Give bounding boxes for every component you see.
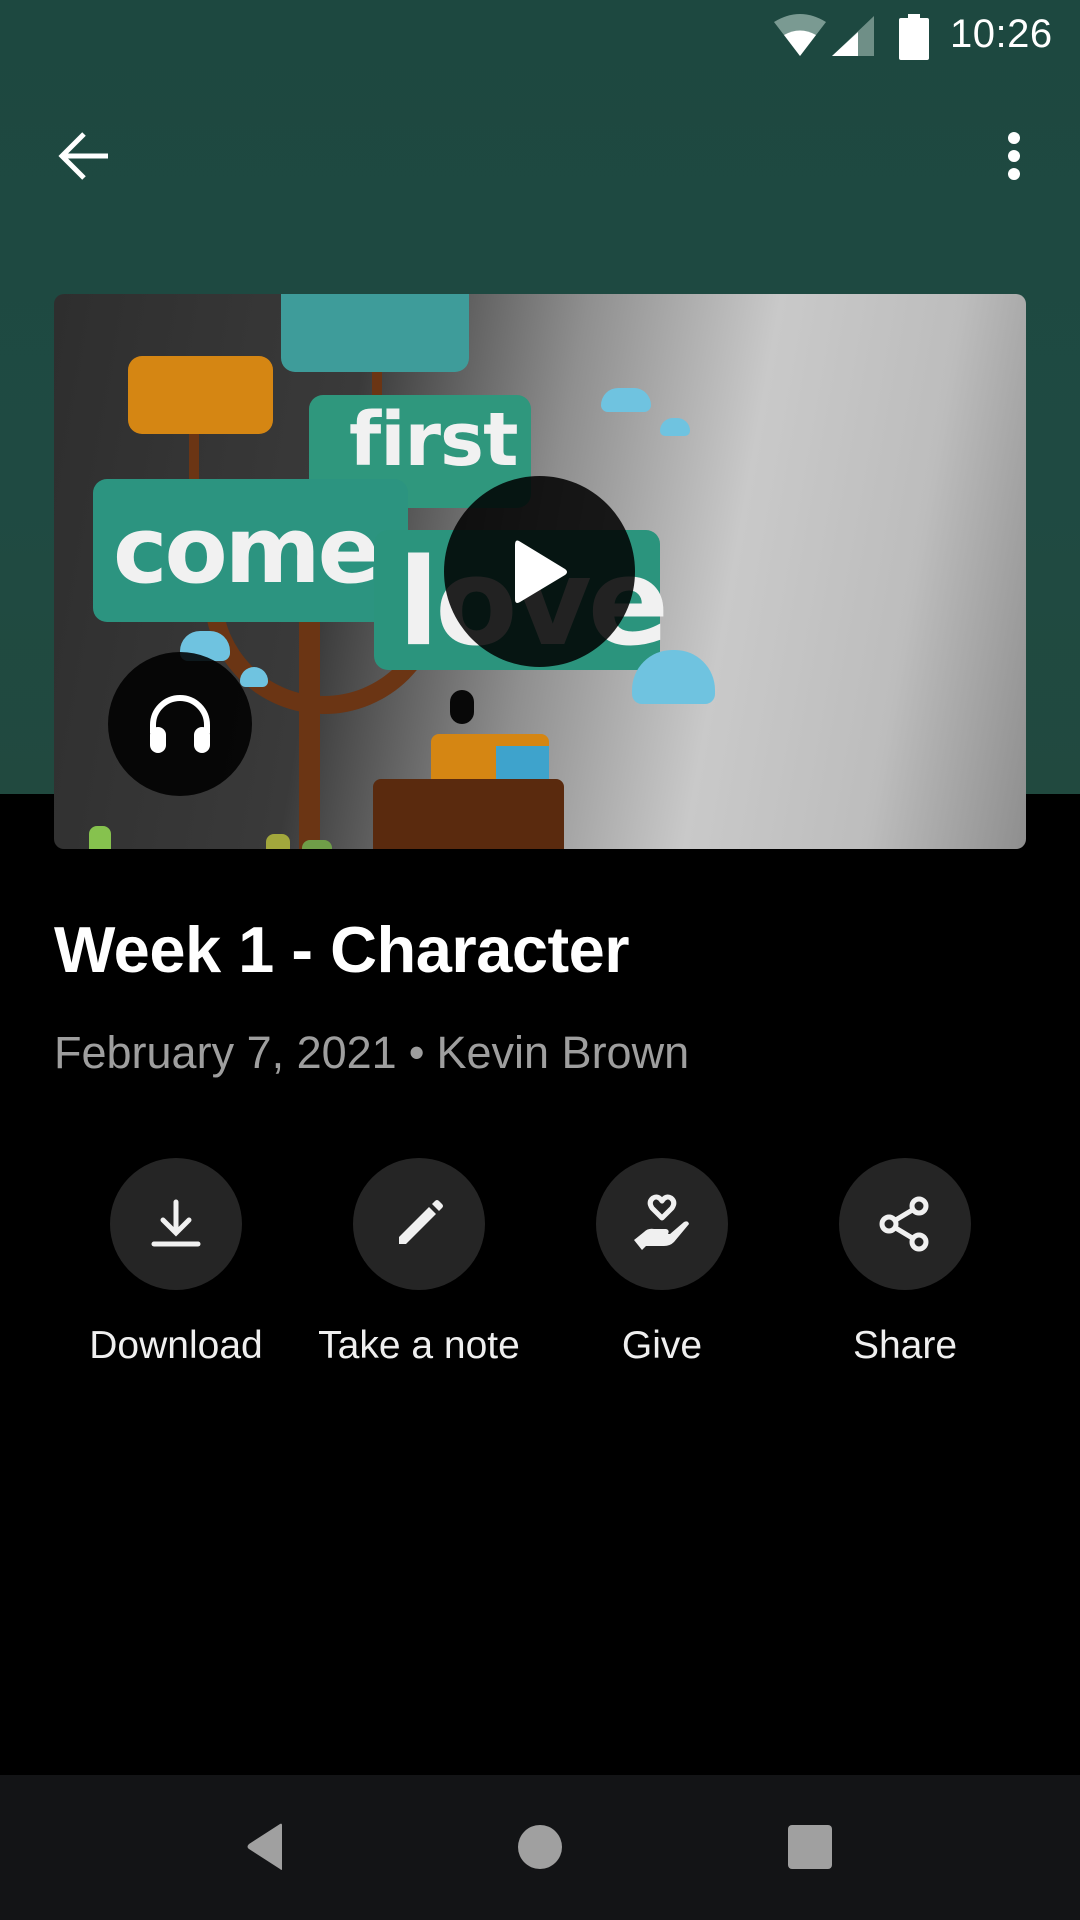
- give-button[interactable]: Give: [542, 1158, 782, 1378]
- sermon-date: February 7, 2021: [54, 1027, 397, 1078]
- download-label: Download: [89, 1324, 263, 1367]
- share-circle: [839, 1158, 971, 1290]
- sermon-speaker: Kevin Brown: [436, 1027, 690, 1078]
- pencil-icon: [399, 1200, 443, 1244]
- give-circle: [596, 1158, 728, 1290]
- artwork-pole: [189, 434, 199, 484]
- meta-separator: •: [408, 1027, 425, 1078]
- wifi-icon: [774, 14, 826, 56]
- artwork-tree-trunk: [299, 614, 320, 849]
- nav-back-button[interactable]: [227, 1807, 307, 1887]
- nav-recents-icon: [788, 1825, 832, 1869]
- status-time: 10:26: [950, 12, 1053, 56]
- artwork-sign-comes: comes: [93, 479, 432, 622]
- back-button[interactable]: [44, 116, 124, 196]
- give-hand-heart-icon: [634, 1194, 689, 1250]
- sermon-meta: February 7, 2021 • Kevin Brown: [54, 1027, 689, 1079]
- system-navigation-bar: [0, 1775, 1080, 1920]
- cellular-signal-icon: [832, 16, 874, 56]
- artwork-text: first: [349, 397, 518, 483]
- listen-audio-button[interactable]: [108, 652, 252, 796]
- nav-back-icon: [247, 1823, 282, 1870]
- battery-icon: [899, 14, 929, 60]
- artwork-tree: [266, 834, 290, 849]
- headphones-icon: [150, 695, 210, 753]
- nav-home-button[interactable]: [500, 1807, 580, 1887]
- artwork-sign: [128, 356, 273, 434]
- artwork-cloud: [601, 388, 651, 412]
- nav-recents-button[interactable]: [770, 1807, 850, 1887]
- artwork-cloud: [240, 667, 268, 687]
- play-video-button[interactable]: [444, 476, 635, 667]
- download-icon: [151, 1199, 201, 1247]
- artwork-sign: [281, 294, 469, 372]
- download-button[interactable]: Download: [56, 1158, 296, 1378]
- take-note-label: Take a note: [318, 1324, 520, 1367]
- take-note-circle: [353, 1158, 485, 1290]
- sermon-artwork: first comes love: [54, 294, 1026, 849]
- sermon-title: Week 1 - Character: [54, 913, 630, 986]
- nav-home-icon: [518, 1825, 562, 1869]
- take-note-button[interactable]: Take a note: [299, 1158, 539, 1378]
- artwork-bench: [373, 779, 564, 849]
- share-button[interactable]: Share: [785, 1158, 1025, 1378]
- give-label: Give: [621, 1324, 703, 1367]
- share-icon: [879, 1196, 929, 1252]
- more-options-button[interactable]: [974, 116, 1054, 196]
- more-vert-icon: [1008, 132, 1020, 180]
- status-bar: 10:26: [0, 0, 1080, 75]
- arrow-back-icon: [58, 132, 108, 180]
- artwork-tree: [302, 840, 332, 849]
- play-icon: [514, 540, 567, 603]
- artwork-cloud: [660, 418, 690, 436]
- artwork-person-head: [450, 690, 474, 724]
- artwork-tree: [89, 826, 111, 849]
- artwork-person: [496, 746, 549, 780]
- share-label: Share: [852, 1324, 958, 1367]
- download-circle: [110, 1158, 242, 1290]
